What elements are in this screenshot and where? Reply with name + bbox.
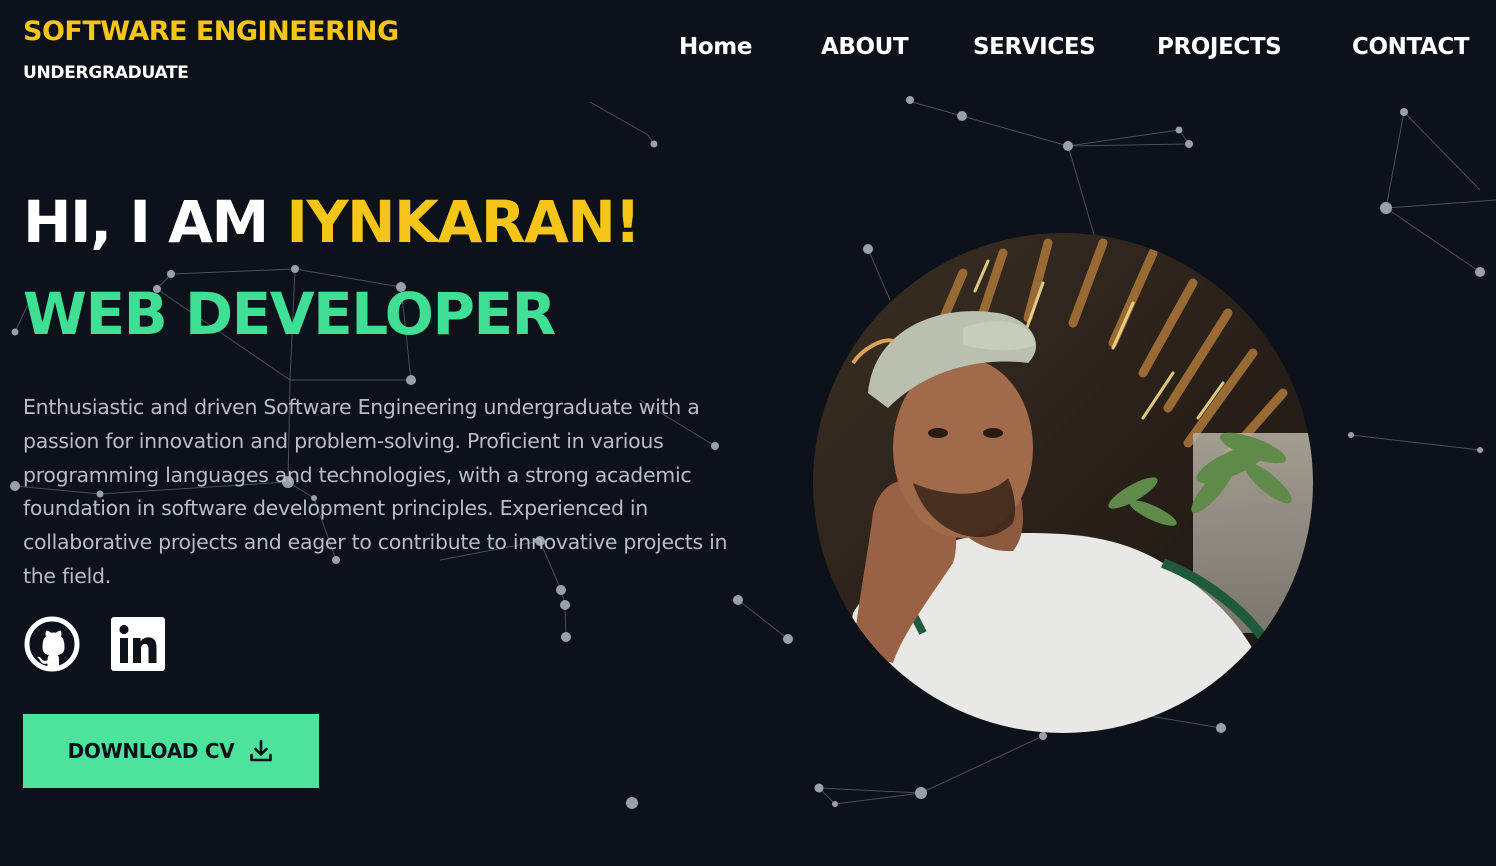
nav-link-contact[interactable]: CONTACT (1352, 34, 1470, 60)
profile-photo (813, 233, 1313, 733)
hero-role: WEB DEVELOPER (23, 280, 556, 348)
download-cv-label: DOWNLOAD CV (67, 739, 235, 763)
brand-title: SOFTWARE ENGINEERING (23, 16, 399, 47)
download-cv-button[interactable]: DOWNLOAD CV (23, 714, 319, 788)
nav-link-home[interactable]: Home (679, 34, 752, 60)
hero-name: IYNKARAN! (286, 188, 641, 256)
nav-link-projects[interactable]: PROJECTS (1157, 34, 1282, 60)
hero-greeting: HI, I AM IYNKARAN! (23, 188, 641, 256)
hero-bio: Enthusiastic and driven Software Enginee… (23, 395, 728, 588)
nav-link-about[interactable]: ABOUT (821, 34, 909, 60)
linkedin-icon (111, 617, 165, 671)
github-link[interactable] (24, 616, 80, 672)
nav-link-services[interactable]: SERVICES (973, 34, 1096, 60)
portfolio-page: SOFTWARE ENGINEERING UNDERGRADUATE Home … (0, 0, 1496, 866)
github-icon (24, 616, 80, 672)
brand-subtitle: UNDERGRADUATE (23, 63, 189, 83)
greeting-prefix: HI, I AM (23, 188, 287, 256)
download-icon (250, 739, 273, 762)
linkedin-link[interactable] (110, 616, 166, 672)
